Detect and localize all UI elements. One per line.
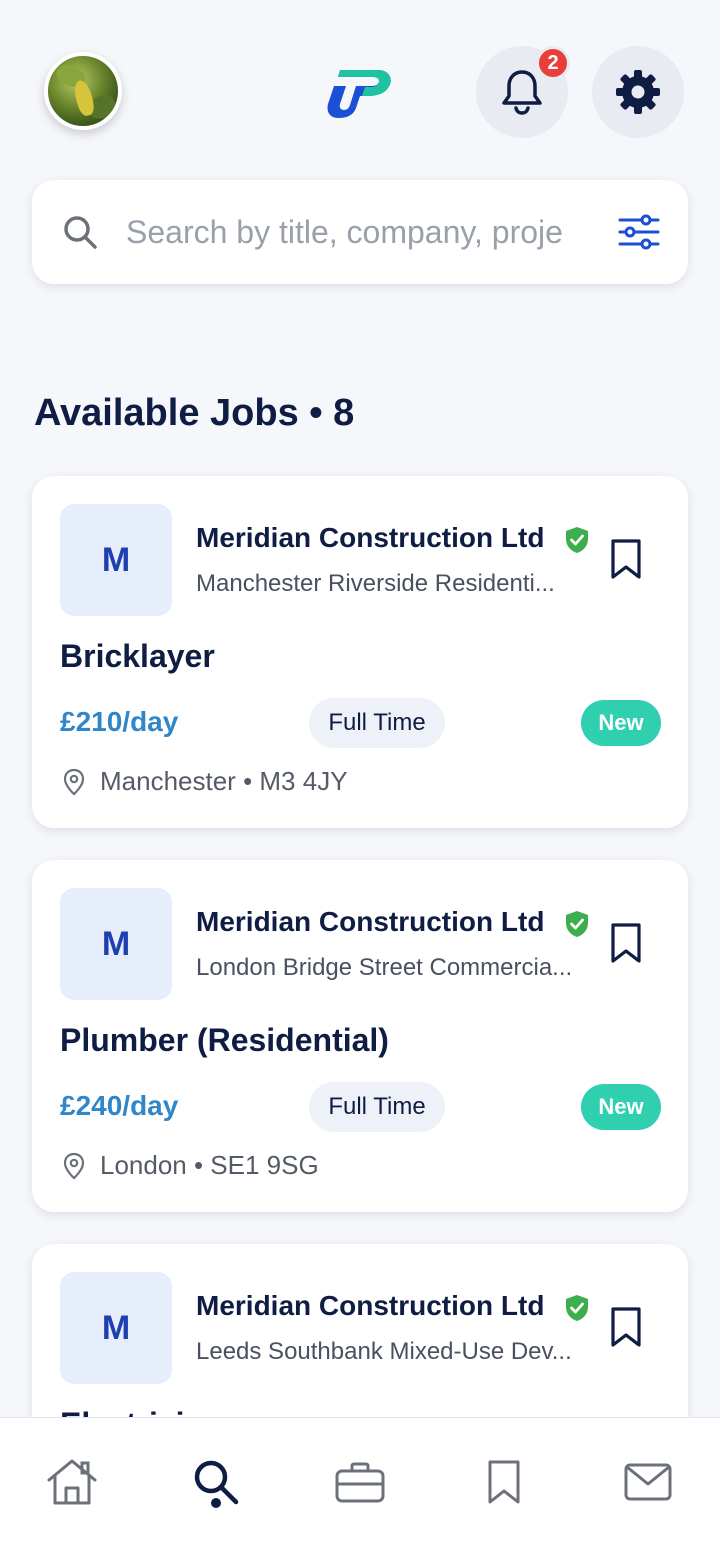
job-location: Manchester • M3 4JY: [100, 766, 348, 796]
verified-shield-icon: [566, 1295, 588, 1321]
briefcase-icon: [335, 1462, 385, 1503]
job-card[interactable]: M Meridian Construction Ltd London Bridg…: [32, 860, 688, 1212]
available-jobs-heading: Available Jobs • 8: [34, 392, 355, 434]
active-tab-indicator: [211, 1498, 221, 1508]
settings-button[interactable]: [592, 46, 684, 138]
job-card[interactable]: M Meridian Construction Ltd Manchester R…: [32, 476, 688, 828]
project-name: Leeds Southbank Mixed-Use Dev...: [196, 1338, 572, 1365]
bookmark-icon[interactable]: [610, 922, 642, 964]
pay-rate: £210/day: [60, 706, 179, 737]
company-name: Meridian Construction Ltd: [196, 1290, 545, 1321]
company-name: Meridian Construction Ltd: [196, 522, 545, 553]
app-logo-icon: [327, 70, 391, 118]
bookmark-icon: [488, 1460, 520, 1504]
project-name: London Bridge Street Commercia...: [196, 954, 573, 981]
bookmark-icon[interactable]: [610, 538, 642, 580]
bell-icon: [502, 70, 542, 115]
company-logo: M: [60, 1272, 172, 1384]
bookmark-icon[interactable]: [610, 1306, 642, 1348]
nav-messages[interactable]: [618, 1452, 678, 1512]
new-badge: New: [581, 1084, 661, 1130]
verified-shield-icon: [566, 911, 588, 937]
pay-rate: £240/day: [60, 1090, 179, 1121]
bottom-navigation: [0, 1417, 720, 1556]
job-title: Plumber (Residential): [60, 1022, 389, 1058]
user-avatar[interactable]: [44, 52, 122, 130]
project-name: Manchester Riverside Residenti...: [196, 570, 555, 597]
filter-sliders-icon[interactable]: [618, 214, 660, 250]
employment-type-chip: Full Time: [309, 1082, 445, 1132]
job-search-screen: 2 Search by title, company, proje Availa…: [0, 0, 720, 1556]
verified-shield-icon: [566, 527, 588, 553]
company-logo: M: [60, 888, 172, 1000]
job-title: Bricklayer: [60, 638, 215, 674]
job-location: London • SE1 9SG: [100, 1150, 319, 1180]
nav-saved[interactable]: [474, 1452, 534, 1512]
nav-home[interactable]: [42, 1452, 102, 1512]
location-pin-icon: [63, 1152, 85, 1180]
gear-icon: [616, 70, 660, 114]
company-logo: M: [60, 504, 172, 616]
location-pin-icon: [63, 768, 85, 796]
company-name: Meridian Construction Ltd: [196, 906, 545, 937]
home-icon: [47, 1459, 97, 1505]
new-badge: New: [581, 700, 661, 746]
notification-count-badge: 2: [536, 46, 570, 80]
search-icon: [64, 216, 97, 249]
notifications-button[interactable]: 2: [476, 46, 570, 138]
mail-icon: [624, 1463, 672, 1501]
employment-type-chip: Full Time: [309, 698, 445, 748]
search-bar[interactable]: Search by title, company, proje: [32, 180, 688, 284]
nav-jobs[interactable]: [330, 1452, 390, 1512]
search-input[interactable]: Search by title, company, proje: [126, 214, 594, 251]
